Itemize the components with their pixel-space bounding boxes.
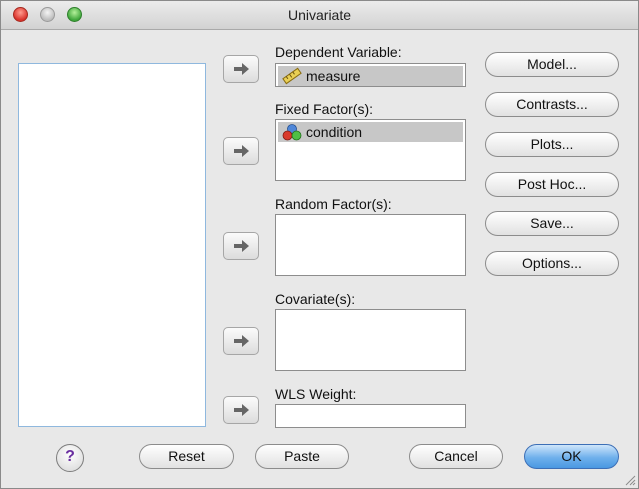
nominal-circles-icon [282,124,302,141]
fixed-factor-item[interactable]: condition [278,122,463,142]
reset-button[interactable]: Reset [139,444,234,469]
move-to-dependent-button[interactable] [223,55,259,83]
random-factors-list[interactable] [275,214,466,276]
help-button[interactable]: ? [56,444,84,472]
source-variable-list[interactable] [18,63,206,427]
move-to-wls-weight-button[interactable] [223,396,259,424]
move-arrow-icon [234,240,249,252]
resize-grip-icon[interactable] [624,474,636,486]
covariates-list[interactable] [275,309,466,371]
dependent-variable-value: measure [306,68,361,84]
contrasts-button[interactable]: Contrasts... [485,92,619,117]
covariates-label: Covariate(s): [275,291,356,307]
post-hoc-button[interactable]: Post Hoc... [485,172,619,197]
plots-button[interactable]: Plots... [485,132,619,157]
paste-button[interactable]: Paste [255,444,349,469]
ruler-icon [282,67,302,85]
move-arrow-icon [234,63,249,75]
help-question-icon: ? [65,448,75,465]
save-button[interactable]: Save... [485,211,619,236]
title-bar[interactable]: Univariate [1,1,638,30]
move-arrow-icon [234,335,249,347]
move-arrow-icon [234,145,249,157]
model-button[interactable]: Model... [485,52,619,77]
move-to-covariates-button[interactable] [223,327,259,355]
wls-weight-field[interactable] [275,404,466,428]
move-to-random-factors-button[interactable] [223,232,259,260]
wls-weight-label: WLS Weight: [275,386,357,402]
ok-button[interactable]: OK [524,444,619,469]
fixed-factors-label: Fixed Factor(s): [275,101,374,117]
cancel-button[interactable]: Cancel [409,444,503,469]
window-title: Univariate [287,7,352,23]
move-to-fixed-factors-button[interactable] [223,137,259,165]
dependent-variable-label: Dependent Variable: [275,44,402,60]
univariate-dialog: Univariate Dependent Variable: measure F… [0,0,639,489]
fixed-factors-list[interactable]: condition [275,119,466,181]
options-button[interactable]: Options... [485,251,619,276]
dependent-variable-field[interactable]: measure [275,63,466,87]
dependent-variable-item[interactable]: measure [278,66,463,86]
random-factors-label: Random Factor(s): [275,196,392,212]
move-arrow-icon [234,404,249,416]
fixed-factor-value: condition [306,124,363,140]
